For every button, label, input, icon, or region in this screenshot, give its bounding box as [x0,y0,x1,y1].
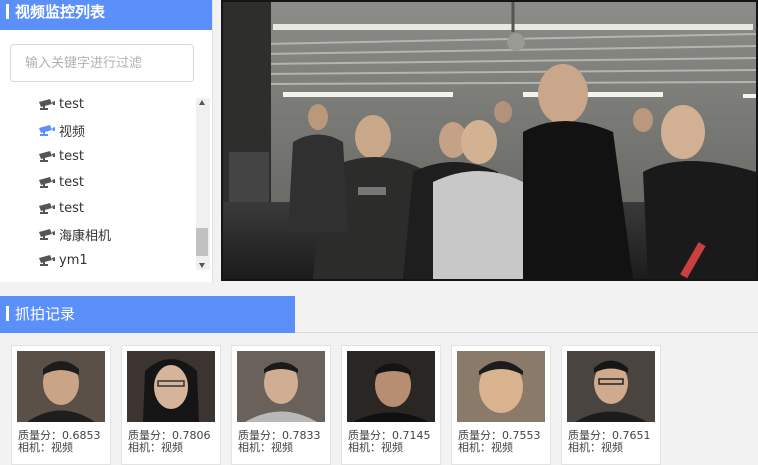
video-list-header: 视频监控列表 [0,0,212,30]
capture-divider [295,332,758,333]
camera-label: test [59,96,84,112]
capture-title: 抓拍记录 [15,305,76,323]
camera-item[interactable]: ym1 [38,250,88,270]
face-thumbnail [17,351,105,422]
camera-item[interactable]: 海康相机 [38,224,111,244]
camera-icon [39,255,55,266]
camera-icon [39,177,55,188]
capture-header: 抓拍记录 [0,296,295,333]
capture-card[interactable]: 质量分：0.6853 相机：视频 [11,345,111,465]
camera-list-scrollbar[interactable] [196,98,210,270]
camera-source: 相机：视频 [128,441,183,454]
camera-icon [39,99,55,110]
face-thumbnail [567,351,655,422]
camera-source: 相机：视频 [348,441,403,454]
camera-icon [39,151,55,162]
camera-icon [39,203,55,214]
face-thumbnail [127,351,215,422]
header-accent-bar [6,4,9,19]
camera-icon [39,229,55,240]
camera-source: 相机：视频 [568,441,623,454]
camera-source: 相机：视频 [238,441,293,454]
camera-item[interactable]: test [38,146,84,166]
face-thumbnail [457,351,545,422]
camera-label: test [59,148,84,164]
video-player[interactable] [221,0,758,281]
capture-card[interactable]: 质量分：0.7145 相机：视频 [341,345,441,465]
video-list-title: 视频监控列表 [15,3,106,21]
camera-source: 相机：视频 [458,441,513,454]
camera-item[interactable]: test [38,198,84,218]
capture-card[interactable]: 质量分：0.7806 相机：视频 [121,345,221,465]
camera-icon [39,125,55,136]
camera-label: 视频 [59,124,86,140]
filter-input[interactable] [10,44,194,82]
scrollbar-thumb[interactable] [196,228,208,256]
camera-label: test [59,200,84,216]
capture-card[interactable]: 质量分：0.7553 相机：视频 [451,345,551,465]
camera-label: 海康相机 [59,228,112,244]
video-frame [223,2,756,279]
camera-item-selected[interactable]: 视频 [38,120,85,140]
video-list-panel: 视频监控列表 test 视频 test test test 海康相机 [0,0,213,282]
scroll-up-arrow-icon[interactable] [199,100,205,105]
camera-item[interactable]: test [38,94,84,114]
face-thumbnail [237,351,325,422]
camera-list: test 视频 test test test 海康相机 ym1 [0,92,196,274]
camera-label: test [59,174,84,190]
face-thumbnail [347,351,435,422]
header-accent-bar [6,305,9,321]
camera-item[interactable]: test [38,172,84,192]
capture-card[interactable]: 质量分：0.7833 相机：视频 [231,345,331,465]
scroll-down-arrow-icon[interactable] [199,263,205,268]
capture-list: 质量分：0.6853 相机：视频 质量分：0.7806 相机：视频 质量分：0.… [0,334,758,465]
camera-label: ym1 [59,252,88,268]
capture-card[interactable]: 质量分：0.7651 相机：视频 [561,345,661,465]
camera-source: 相机：视频 [18,441,73,454]
